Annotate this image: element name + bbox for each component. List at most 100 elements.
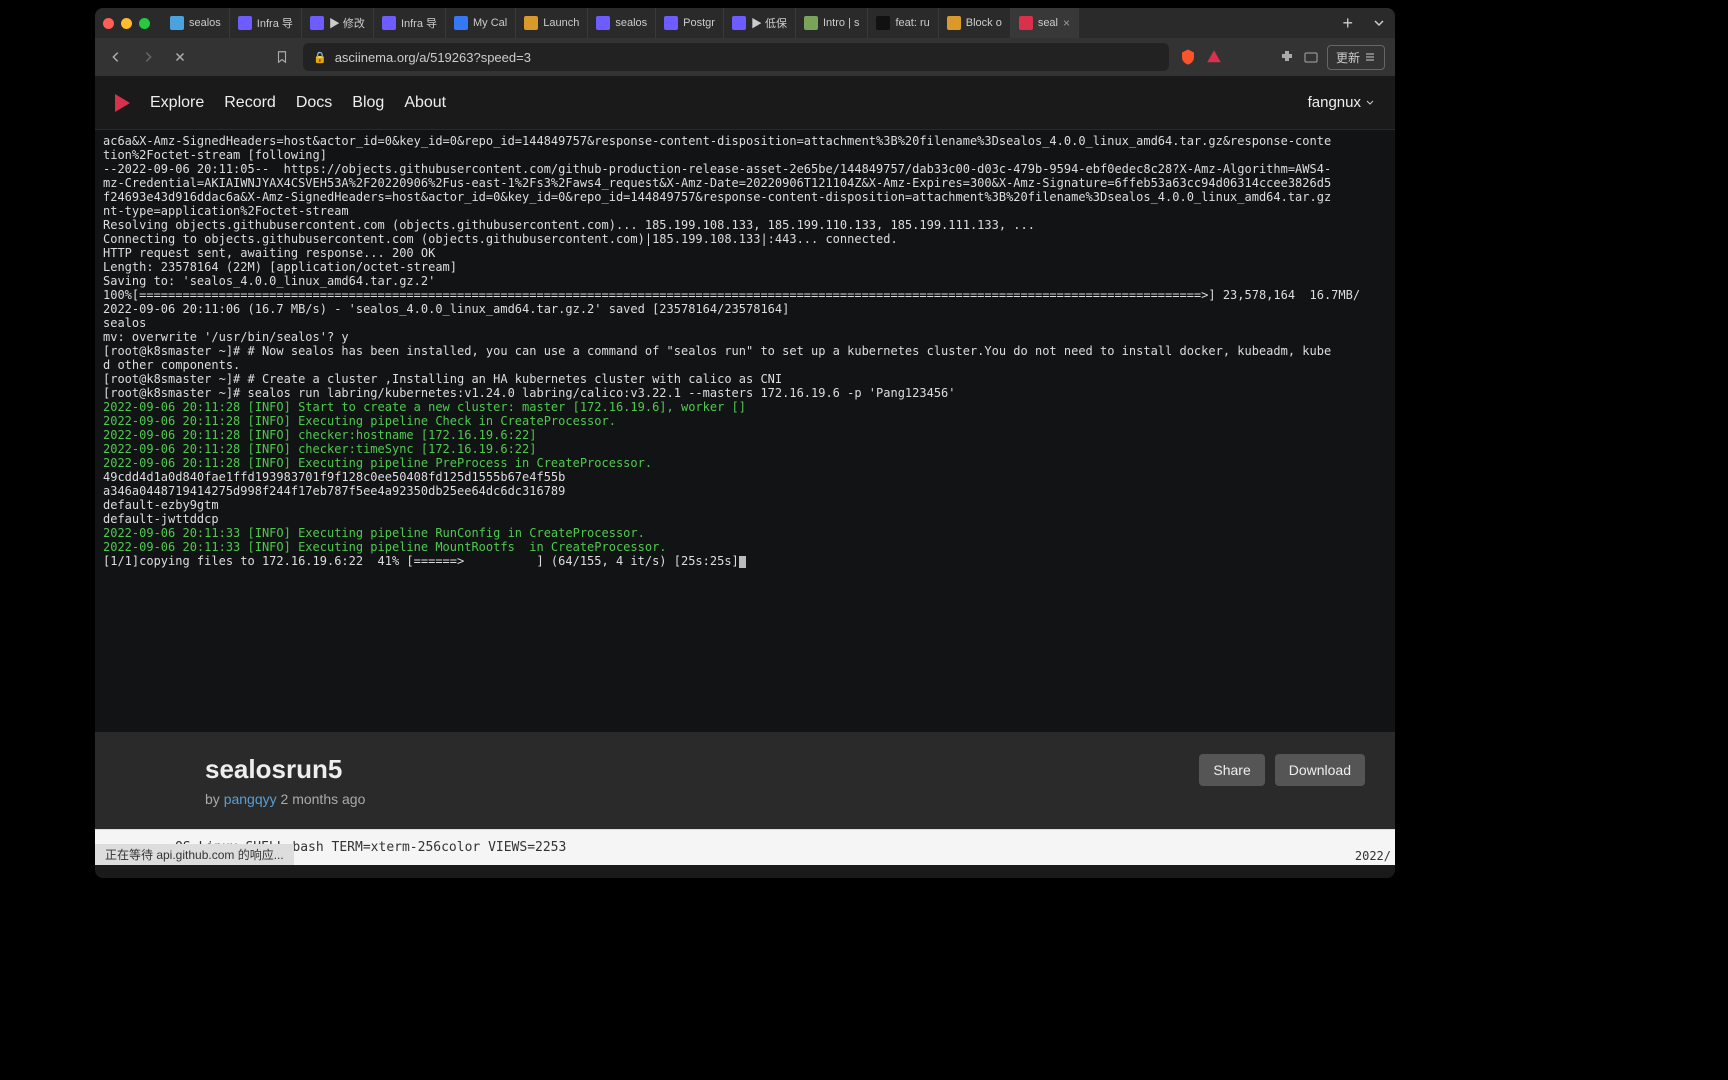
user-menu[interactable]: fangnux xyxy=(1308,94,1375,111)
close-icon xyxy=(173,50,187,64)
tab-favicon xyxy=(454,16,468,30)
wallet-icon[interactable] xyxy=(1303,49,1319,65)
tab-favicon xyxy=(664,16,678,30)
forward-icon xyxy=(141,50,155,64)
terminal-line: mv: overwrite '/usr/bin/sealos'? y xyxy=(103,330,1395,344)
extensions-icon[interactable] xyxy=(1279,49,1295,65)
browser-tab[interactable]: sealos xyxy=(162,8,230,38)
browser-tab[interactable]: ▶ 低保 xyxy=(724,8,796,38)
tab-favicon xyxy=(1019,16,1033,30)
browser-tab[interactable]: Postgr xyxy=(656,8,724,38)
tab-label: My Cal xyxy=(473,17,507,29)
browser-window: sealos Infra 导 ▶ 修改 Infra 导 My Cal Launch seal… xyxy=(95,8,1395,878)
tab-overflow-button[interactable] xyxy=(1363,17,1395,29)
tab-favicon xyxy=(596,16,610,30)
terminal-line: [1/1]copying files to 172.16.19.6:22 41%… xyxy=(103,554,1395,568)
tab-favicon xyxy=(732,16,746,30)
terminal-line: d other components. xyxy=(103,358,1395,372)
tab-favicon xyxy=(170,16,184,30)
tab-label: sealos xyxy=(615,17,647,29)
terminal-line: HTTP request sent, awaiting response... … xyxy=(103,246,1395,260)
tab-favicon xyxy=(310,16,324,30)
browser-tab[interactable]: feat: ru xyxy=(868,8,938,38)
tab-label: Launch xyxy=(543,17,579,29)
nav-link-explore[interactable]: Explore xyxy=(150,94,204,112)
minimize-window-button[interactable] xyxy=(121,18,132,29)
terminal-line: mz-Credential=AKIAIWNJYAX4CSVEH53A%2F202… xyxy=(103,176,1395,190)
terminal-line: 2022-09-06 20:11:28 [INFO] Executing pip… xyxy=(103,456,1395,470)
terminal-line: [root@k8smaster ~]# # Now sealos has bee… xyxy=(103,344,1395,358)
tab-label: seal xyxy=(1038,17,1058,29)
terminal-line: Resolving objects.githubusercontent.com … xyxy=(103,218,1395,232)
browser-tab[interactable]: Block o xyxy=(939,8,1011,38)
tab-label: ▶ 低保 xyxy=(751,15,787,31)
chevron-down-icon xyxy=(1373,17,1385,29)
brave-shields-icon[interactable] xyxy=(1179,48,1197,66)
terminal-line: 2022-09-06 20:11:06 (16.7 MB/s) - 'sealo… xyxy=(103,302,1395,316)
tab-label: feat: ru xyxy=(895,17,929,29)
terminal-line: 2022-09-06 20:11:28 [INFO] Start to crea… xyxy=(103,400,1395,414)
url-text: asciinema.org/a/519263?speed=3 xyxy=(335,50,531,65)
browser-tab[interactable]: Infra 导 xyxy=(230,8,302,38)
nav-link-about[interactable]: About xyxy=(404,94,446,112)
browser-tab[interactable]: Infra 导 xyxy=(374,8,446,38)
browser-tab[interactable]: Intro | s xyxy=(796,8,868,38)
cast-title: sealosrun5 xyxy=(205,754,1199,785)
brave-rewards-icon[interactable] xyxy=(1205,48,1223,66)
stop-button[interactable] xyxy=(169,46,191,68)
back-icon xyxy=(109,50,123,64)
browser-tab[interactable]: ▶ 修改 xyxy=(302,8,374,38)
terminal-player[interactable]: ac6a&X-Amz-SignedHeaders=host&actor_id=0… xyxy=(95,130,1395,732)
address-bar[interactable]: 🔒 asciinema.org/a/519263?speed=3 xyxy=(303,43,1169,71)
browser-tab[interactable]: Launch xyxy=(516,8,588,38)
browser-tab[interactable]: seal × xyxy=(1011,8,1079,38)
browser-tab[interactable]: sealos xyxy=(588,8,656,38)
window-controls xyxy=(103,18,150,29)
tab-favicon xyxy=(876,16,890,30)
back-button[interactable] xyxy=(105,46,127,68)
nav-link-docs[interactable]: Docs xyxy=(296,94,332,112)
terminal-line: Saving to: 'sealos_4.0.0_linux_amd64.tar… xyxy=(103,274,1395,288)
terminal-line: f24693e43d916ddac6a&X-Amz-SignedHeaders=… xyxy=(103,190,1395,204)
site-nav: Explore Record Docs Blog About xyxy=(150,94,446,112)
terminal-line: nt-type=application%2Foctet-stream xyxy=(103,204,1395,218)
terminal-line: tion%2Foctet-stream [following] xyxy=(103,148,1395,162)
terminal-line: 2022-09-06 20:11:28 [INFO] checker:timeS… xyxy=(103,442,1395,456)
download-button[interactable]: Download xyxy=(1275,754,1365,786)
close-window-button[interactable] xyxy=(103,18,114,29)
menu-icon xyxy=(1364,51,1376,63)
cast-author: by pangqyy 2 months ago xyxy=(205,791,1199,807)
username: fangnux xyxy=(1308,94,1361,111)
tab-label: Infra 导 xyxy=(257,15,293,31)
nav-link-record[interactable]: Record xyxy=(224,94,276,112)
tabs: sealos Infra 导 ▶ 修改 Infra 导 My Cal Launch seal… xyxy=(162,8,1332,38)
terminal-line: --2022-09-06 20:11:05-- https://objects.… xyxy=(103,162,1395,176)
terminal-line: 2022-09-06 20:11:28 [INFO] Executing pip… xyxy=(103,414,1395,428)
toolbar: 🔒 asciinema.org/a/519263?speed=3 更新 xyxy=(95,38,1395,76)
footer-right: 2022/ xyxy=(1351,847,1395,865)
terminal-line: Connecting to objects.githubusercontent.… xyxy=(103,232,1395,246)
tab-favicon xyxy=(947,16,961,30)
nav-link-blog[interactable]: Blog xyxy=(352,94,384,112)
terminal-line: [root@k8smaster ~]# # Create a cluster ,… xyxy=(103,372,1395,386)
site-header: Explore Record Docs Blog About fangnux xyxy=(95,76,1395,130)
forward-button[interactable] xyxy=(137,46,159,68)
bookmark-button[interactable] xyxy=(271,46,293,68)
terminal-line: a346a0448719414275d998f244f17eb787f5ee4a… xyxy=(103,484,1395,498)
tab-close-button[interactable]: × xyxy=(1063,16,1070,30)
browser-tab[interactable]: My Cal xyxy=(446,8,516,38)
tab-label: Infra 导 xyxy=(401,15,437,31)
new-tab-button[interactable]: + xyxy=(1332,13,1363,34)
lock-icon: 🔒 xyxy=(313,51,327,64)
terminal-line: 49cdd4d1a0d840fae1ffd193983701f9f128c0ee… xyxy=(103,470,1395,484)
tab-label: Postgr xyxy=(683,17,715,29)
author-link[interactable]: pangqyy xyxy=(224,791,277,807)
share-button[interactable]: Share xyxy=(1199,754,1264,786)
maximize-window-button[interactable] xyxy=(139,18,150,29)
bookmark-icon xyxy=(275,50,289,64)
update-button[interactable]: 更新 xyxy=(1327,45,1385,70)
tab-favicon xyxy=(524,16,538,30)
cursor xyxy=(739,556,746,568)
chevron-down-icon xyxy=(1365,98,1375,108)
asciinema-logo[interactable] xyxy=(115,94,130,112)
